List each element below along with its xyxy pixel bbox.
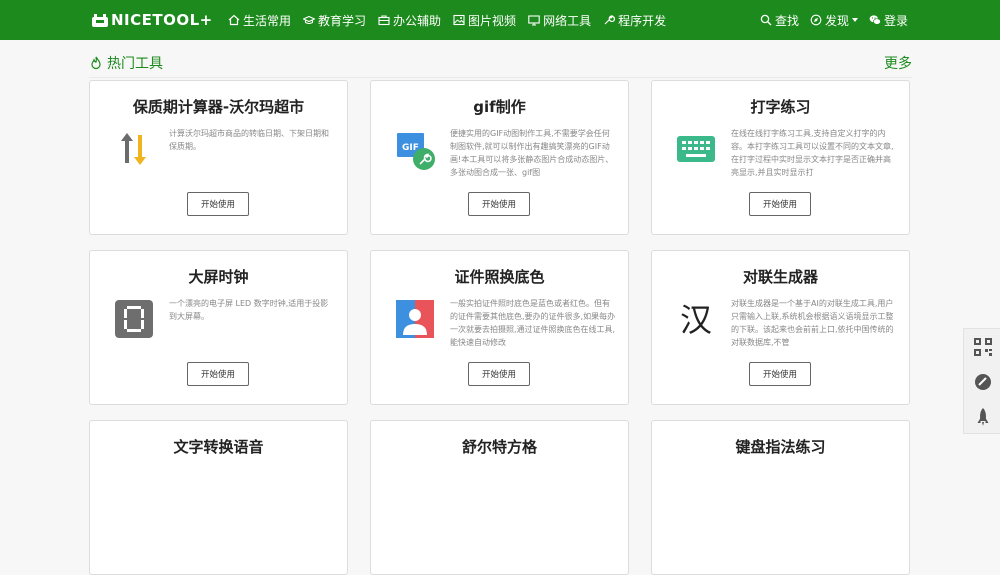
card-description: 一个漂亮的电子屏 LED 数字时钟,适用于投影到大屏幕。 <box>169 299 329 321</box>
svg-text:汉: 汉 <box>680 301 712 339</box>
section-title-text: 热门工具 <box>107 56 163 72</box>
fire-icon <box>91 56 101 70</box>
search-icon <box>760 14 772 26</box>
discover-label: 发现 <box>824 13 849 28</box>
search-label: 查找 <box>774 13 799 28</box>
card-description: 在线在线打字练习工具,支持自定义打字的内容。本打字练习工具可以设置不同的文本文章… <box>731 129 894 177</box>
arrows-updown-icon <box>112 127 156 171</box>
card-description: 计算沃尔玛超市商品的转临日期、下架日期和保质期。 <box>169 129 329 151</box>
nav-item-office[interactable]: 办公辅助 <box>378 12 441 29</box>
logo-text: NICETOOL+ <box>111 11 213 29</box>
graduation-cap-icon <box>303 15 316 25</box>
login-link[interactable]: 登录 <box>869 12 908 29</box>
logo-icon <box>92 13 108 27</box>
card-title: 文字转换语音 <box>173 438 264 456</box>
tool-card-id-photo[interactable]: 证件照换底色 一般实拍证件照时底色是蓝色或者红色。但有的证件需要其他底色,要办的… <box>370 250 629 405</box>
nav-item-label: 图片视频 <box>468 13 517 28</box>
card-title: 打字练习 <box>750 98 811 116</box>
briefcase-icon <box>378 15 390 26</box>
start-button[interactable]: 开始使用 <box>749 192 811 216</box>
more-link[interactable]: 更多 <box>884 53 912 73</box>
chevron-down-icon <box>851 18 858 22</box>
card-title: 大屏时钟 <box>188 268 249 286</box>
tool-card-typing[interactable]: 打字练习 在线在线打字练习工具,支持自定义打字的内容。本打字练习工具可以设置不同… <box>651 80 910 235</box>
search-link[interactable]: 查找 <box>760 12 799 29</box>
keyboard-icon <box>674 127 718 171</box>
nav-item-label: 办公辅助 <box>393 13 442 28</box>
nav-item-label: 网络工具 <box>543 13 592 28</box>
start-button[interactable]: 开始使用 <box>468 192 530 216</box>
tool-card-shelf-life[interactable]: 保质期计算器-沃尔玛超市 计算沃尔玛超市商品的转临日期、下架日期和保质期。 开始… <box>89 80 348 235</box>
login-label: 登录 <box>883 13 908 28</box>
discover-dropdown[interactable]: 发现 <box>810 12 858 29</box>
home-icon <box>228 14 240 26</box>
nav-item-label: 生活常用 <box>243 13 292 28</box>
nav-item-label: 教育学习 <box>318 13 367 28</box>
network-icon <box>528 15 540 26</box>
nav-links: 生活常用 教育学习 办公辅助 图片视频 网络工具 程序开发 <box>228 12 678 29</box>
start-button[interactable]: 开始使用 <box>187 362 249 386</box>
start-button[interactable]: 开始使用 <box>187 192 249 216</box>
floating-toolbar <box>963 328 1000 434</box>
gif-wrench-icon: GIF <box>393 127 437 171</box>
compass-icon <box>810 14 822 26</box>
led-digit-icon <box>112 297 156 341</box>
site-logo[interactable]: NICETOOL+ <box>92 11 228 29</box>
rocket-top-icon[interactable] <box>964 399 1000 434</box>
nav-item-media[interactable]: 图片视频 <box>453 12 516 29</box>
card-description: 对联生成器是一个基于AI的对联生成工具,用户只需输入上联,系统机会根据语义语境显… <box>731 299 894 347</box>
wechat-icon <box>869 15 881 25</box>
feedback-icon[interactable] <box>964 364 1000 399</box>
tool-card-gif-maker[interactable]: gif制作 GIF 便捷实用的GIF动图制作工具,不需要学会任何制图软件,就可以… <box>370 80 629 235</box>
card-title: 键盘指法练习 <box>735 438 826 456</box>
nav-item-dev[interactable]: 程序开发 <box>603 12 666 29</box>
tool-card-big-clock[interactable]: 大屏时钟 一个漂亮的电子屏 LED 数字时钟,适用于投影到大屏幕。 开始使用 <box>89 250 348 405</box>
tool-card-tts[interactable]: 文字转换语音 <box>89 420 348 575</box>
nav-item-network[interactable]: 网络工具 <box>528 12 591 29</box>
qrcode-icon[interactable] <box>964 329 1000 364</box>
nav-item-label: 程序开发 <box>618 13 667 28</box>
id-photo-icon <box>393 297 437 341</box>
section-header: 热门工具 更多 <box>89 52 912 74</box>
card-title: 证件照换底色 <box>454 268 545 286</box>
card-title: 保质期计算器-沃尔玛超市 <box>132 98 305 116</box>
section-title: 热门工具 <box>89 53 163 73</box>
top-navbar: NICETOOL+ 生活常用 教育学习 办公辅助 图片视频 网络工具 程序开发 <box>0 0 1000 40</box>
card-description: 便捷实用的GIF动图制作工具,不需要学会任何制图软件,就可以制作出有趣搞笑漂亮的… <box>450 129 614 177</box>
nav-right: 查找 发现 登录 <box>749 12 908 29</box>
section-divider <box>89 77 912 78</box>
tool-card-schulte[interactable]: 舒尔特方格 <box>370 420 629 575</box>
image-icon <box>453 14 465 26</box>
han-character-icon: 汉 <box>674 297 718 341</box>
card-title: 对联生成器 <box>742 268 818 286</box>
tool-card-couplet[interactable]: 对联生成器 汉 对联生成器是一个基于AI的对联生成工具,用户只需输入上联,系统机… <box>651 250 910 405</box>
card-title: 舒尔特方格 <box>461 438 537 456</box>
card-title: gif制作 <box>473 98 526 116</box>
start-button[interactable]: 开始使用 <box>749 362 811 386</box>
nav-item-education[interactable]: 教育学习 <box>303 12 366 29</box>
tool-card-fingering[interactable]: 键盘指法练习 <box>651 420 910 575</box>
nav-item-life[interactable]: 生活常用 <box>228 12 291 29</box>
start-button[interactable]: 开始使用 <box>468 362 530 386</box>
card-description: 一般实拍证件照时底色是蓝色或者红色。但有的证件需要其他底色,要办的证件很多,如果… <box>450 299 616 347</box>
wrench-icon <box>604 15 616 25</box>
